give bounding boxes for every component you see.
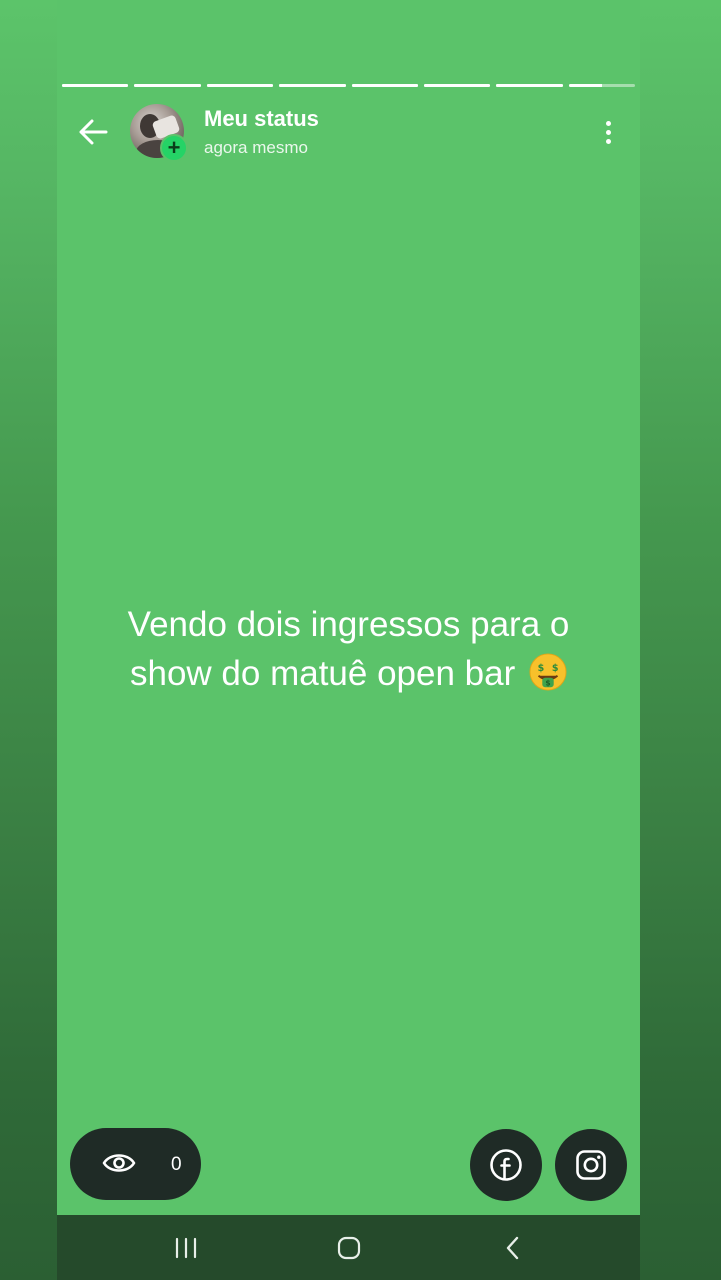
more-options-button[interactable] bbox=[596, 114, 620, 150]
system-navigation-bar bbox=[57, 1215, 640, 1280]
more-vert-icon bbox=[605, 120, 611, 126]
back-button[interactable] bbox=[71, 112, 115, 152]
instagram-icon bbox=[576, 1150, 606, 1180]
share-instagram-button[interactable] bbox=[555, 1129, 627, 1201]
status-progress-bars bbox=[62, 84, 635, 87]
svg-text:$: $ bbox=[552, 663, 559, 674]
views-button[interactable]: 0 bbox=[70, 1128, 201, 1200]
progress-segment bbox=[279, 84, 346, 87]
progress-segment bbox=[351, 84, 418, 87]
progress-segment bbox=[496, 84, 563, 87]
facebook-icon bbox=[490, 1149, 522, 1181]
recents-icon bbox=[175, 1237, 197, 1259]
money-mouth-face-emoji: $ $ $ bbox=[529, 653, 567, 691]
system-back-button[interactable] bbox=[493, 1233, 533, 1263]
share-facebook-button[interactable] bbox=[470, 1129, 542, 1201]
status-timestamp: agora mesmo bbox=[204, 138, 308, 157]
add-status-badge[interactable]: + bbox=[160, 134, 188, 162]
profile-avatar[interactable]: + bbox=[130, 104, 188, 162]
svg-text:$: $ bbox=[545, 678, 550, 687]
arrow-left-icon bbox=[79, 119, 108, 145]
views-count: 0 bbox=[171, 1154, 182, 1175]
back-icon bbox=[506, 1236, 519, 1260]
svg-text:$: $ bbox=[538, 663, 545, 674]
status-viewer[interactable]: + Meu status agora mesmo Vendo dois ingr… bbox=[57, 0, 640, 1280]
status-header: + Meu status agora mesmo bbox=[57, 100, 640, 164]
progress-segment bbox=[206, 84, 274, 87]
progress-segment bbox=[62, 84, 129, 87]
status-text: Vendo dois ingressos para o show do matu… bbox=[87, 600, 610, 698]
progress-segment bbox=[134, 84, 201, 87]
eye-icon bbox=[102, 1154, 136, 1172]
status-title: Meu status bbox=[204, 106, 319, 131]
home-button[interactable] bbox=[329, 1233, 369, 1263]
progress-segment bbox=[423, 84, 491, 87]
recents-button[interactable] bbox=[166, 1233, 206, 1263]
status-message: Vendo dois ingressos para o show do matu… bbox=[127, 605, 570, 693]
progress-segment-current bbox=[568, 84, 635, 87]
home-icon bbox=[337, 1236, 361, 1260]
